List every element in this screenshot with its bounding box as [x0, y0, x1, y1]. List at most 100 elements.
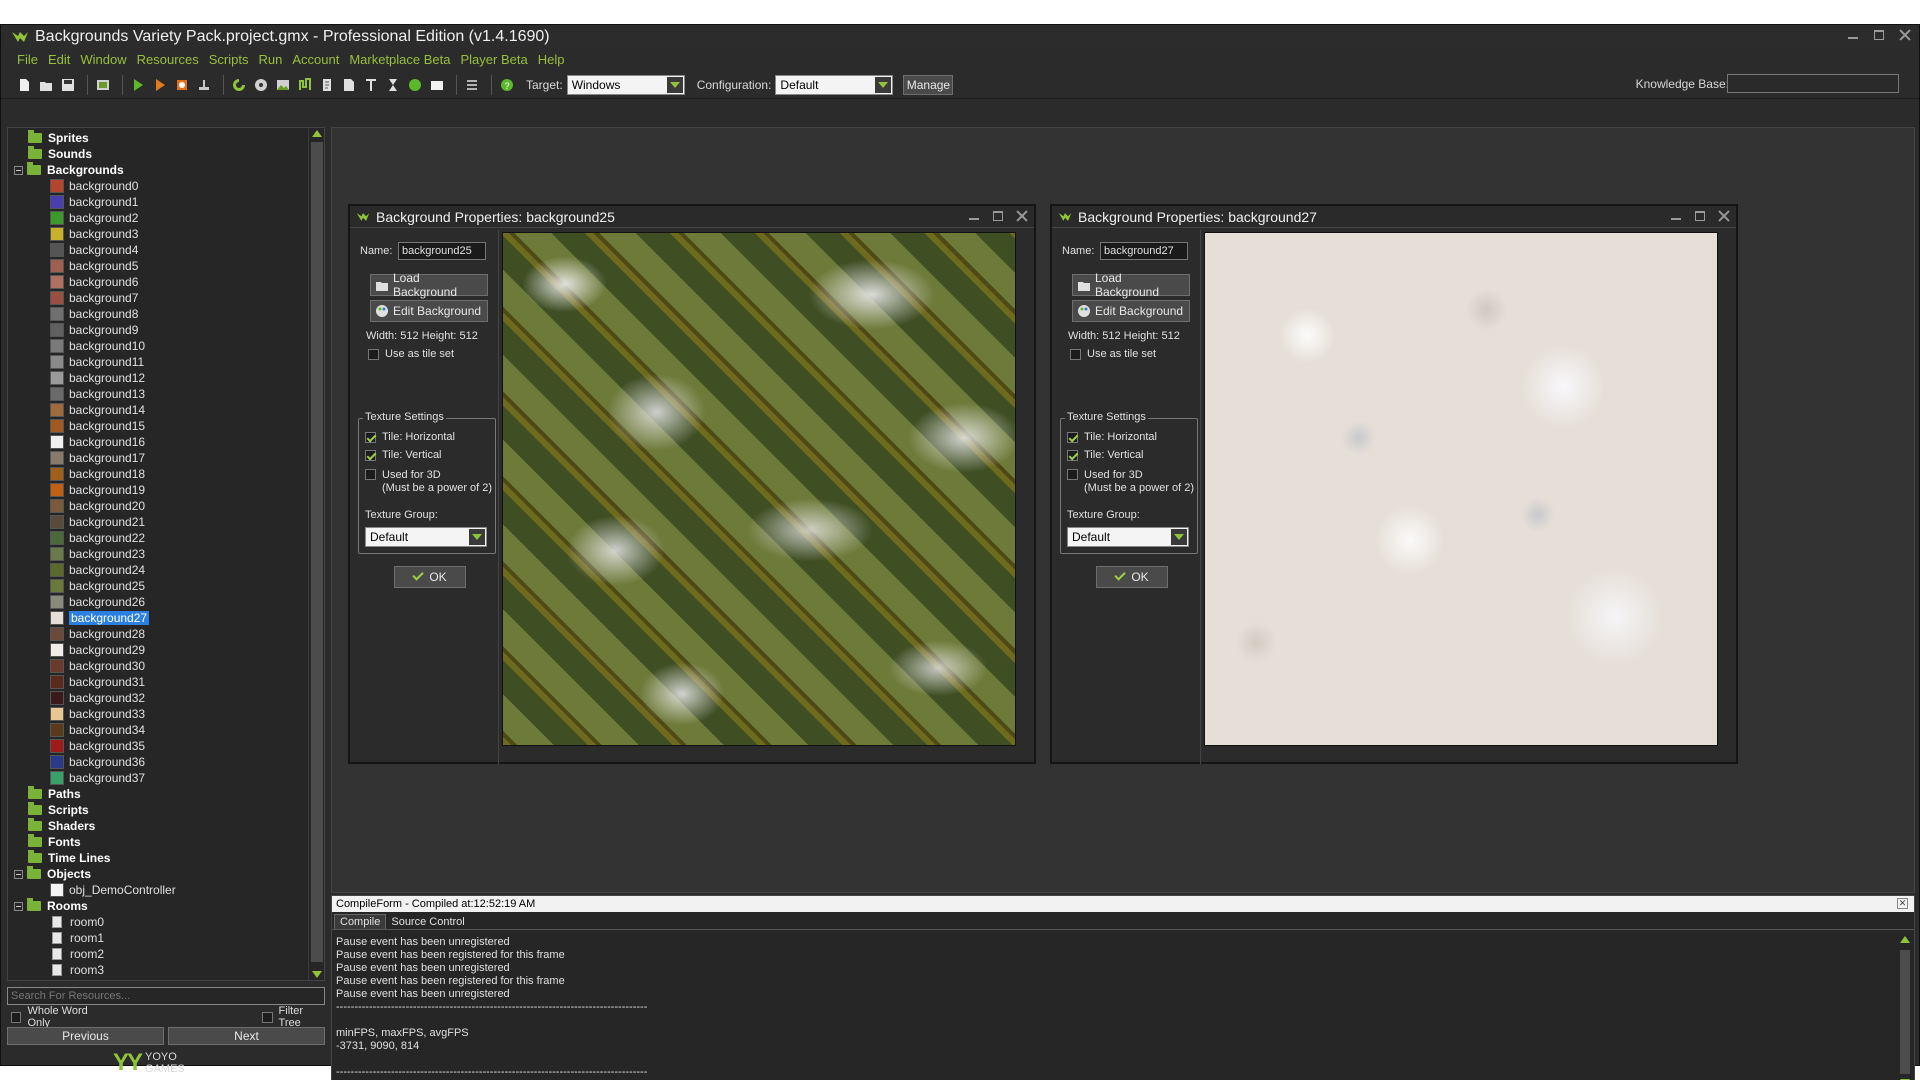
tree-item[interactable]: background22 — [50, 530, 145, 546]
save-icon[interactable] — [59, 76, 77, 94]
tree-item[interactable]: background30 — [50, 658, 145, 674]
scroll-up-icon[interactable] — [1900, 936, 1910, 943]
tree-item[interactable]: background12 — [50, 370, 145, 386]
tree-item[interactable]: background2 — [50, 210, 138, 226]
tile-horizontal-checkbox[interactable] — [365, 431, 376, 443]
tree-item[interactable]: background19 — [50, 482, 145, 498]
tree-item[interactable]: background21 — [50, 514, 145, 530]
load-background-button[interactable]: Load Background — [370, 271, 488, 299]
name-input[interactable]: background25 — [398, 242, 486, 260]
tree-item[interactable]: room3 — [50, 962, 104, 978]
tile-vertical-checkbox[interactable] — [1067, 449, 1078, 461]
tree-item[interactable]: room2 — [50, 946, 104, 962]
tab-source-control[interactable]: Source Control — [386, 915, 469, 929]
tree-item[interactable]: background16 — [50, 434, 145, 450]
debug-icon[interactable] — [151, 76, 169, 94]
tree-item[interactable]: background7 — [50, 290, 138, 306]
scroll-up-icon[interactable] — [312, 130, 322, 137]
tree-item[interactable]: background32 — [50, 690, 145, 706]
timeline-icon[interactable] — [384, 76, 402, 94]
tree-folder-sounds[interactable]: Sounds — [28, 146, 92, 162]
sprite-icon[interactable] — [230, 76, 248, 94]
tree-item[interactable]: background14 — [50, 402, 145, 418]
texture-group-select[interactable]: Default — [365, 527, 487, 547]
tree-item[interactable]: background9 — [50, 322, 138, 338]
global-settings-icon[interactable] — [463, 76, 481, 94]
used-for-3d-checkbox[interactable] — [365, 469, 376, 480]
tree-item[interactable]: room1 — [50, 930, 104, 946]
name-input[interactable]: background27 — [1100, 242, 1188, 260]
use-as-tileset-checkbox[interactable] — [1070, 348, 1081, 360]
tree-item[interactable]: background34 — [50, 722, 145, 738]
tree-item[interactable]: background23 — [50, 546, 145, 562]
sound-icon[interactable] — [252, 76, 270, 94]
tree-scrollbar[interactable] — [308, 128, 324, 980]
tab-compile[interactable]: Compile — [334, 914, 387, 929]
tree-item[interactable]: room0 — [50, 914, 104, 930]
tree-item[interactable]: background11 — [50, 354, 144, 370]
tree-item[interactable]: background26 — [50, 594, 145, 610]
tree-folder-backgrounds[interactable]: Backgrounds — [14, 162, 124, 178]
menu-resources[interactable]: Resources — [137, 52, 199, 67]
tree-item[interactable]: background10 — [50, 338, 145, 354]
font-icon[interactable] — [362, 76, 380, 94]
tree-item[interactable]: obj_DemoController — [50, 882, 176, 898]
tree-item[interactable]: background0 — [50, 178, 138, 194]
whole-word-checkbox[interactable] — [11, 1011, 22, 1023]
background-properties-window[interactable]: Background Properties: background27 Name… — [1050, 204, 1738, 764]
close-icon[interactable]: ✕ — [1897, 898, 1908, 909]
tree-item[interactable]: background1 — [50, 194, 138, 210]
tree-item[interactable]: background3 — [50, 226, 138, 242]
tree-folder-time-lines[interactable]: Time Lines — [28, 850, 110, 866]
tree-item[interactable]: background29 — [50, 642, 145, 658]
tree-folder-fonts[interactable]: Fonts — [28, 834, 81, 850]
collapse-icon[interactable] — [14, 901, 23, 911]
tree-folder-scripts[interactable]: Scripts — [28, 802, 89, 818]
minimize-icon[interactable] — [1845, 29, 1861, 41]
tree-item[interactable]: background24 — [50, 562, 145, 578]
target-select[interactable]: Windows — [566, 74, 685, 95]
ok-button[interactable]: OK — [1096, 566, 1168, 588]
close-icon[interactable] — [1014, 210, 1030, 222]
background-properties-window[interactable]: Background Properties: background25 Name… — [348, 204, 1036, 764]
tree-item[interactable]: background25 — [50, 578, 145, 594]
tree-item[interactable]: background6 — [50, 274, 138, 290]
edit-background-button[interactable]: Edit Background — [370, 300, 488, 322]
search-input[interactable]: Search For Resources... — [7, 987, 325, 1005]
tree-item[interactable]: background5 — [50, 258, 138, 274]
tree-item[interactable]: background33 — [50, 706, 145, 722]
menu-account[interactable]: Account — [292, 52, 339, 67]
tree-item[interactable]: background15 — [50, 418, 145, 434]
run-icon[interactable] — [129, 76, 147, 94]
load-background-button[interactable]: Load Background — [1072, 271, 1190, 299]
edit-background-button[interactable]: Edit Background — [1072, 300, 1190, 322]
tree-folder-rooms[interactable]: Rooms — [14, 898, 88, 914]
menu-file[interactable]: File — [17, 52, 38, 67]
minimize-icon[interactable] — [1668, 210, 1684, 222]
maximize-icon[interactable] — [1692, 210, 1708, 222]
tree-folder-sprites[interactable]: Sprites — [28, 130, 89, 146]
maximize-icon[interactable] — [1871, 29, 1887, 41]
tree-item[interactable]: background17 — [50, 450, 145, 466]
tree-item[interactable]: background35 — [50, 738, 145, 754]
collapse-icon[interactable] — [14, 869, 23, 879]
path-icon[interactable] — [296, 76, 314, 94]
used-for-3d-checkbox[interactable] — [1067, 469, 1078, 480]
menu-marketplace[interactable]: Marketplace Beta — [349, 52, 450, 67]
minimize-icon[interactable] — [966, 210, 982, 222]
tree-item[interactable]: background28 — [50, 626, 145, 642]
close-icon[interactable] — [1897, 29, 1913, 41]
scroll-thumb[interactable] — [311, 142, 323, 962]
object-icon[interactable] — [406, 76, 424, 94]
use-as-tileset-checkbox[interactable] — [368, 348, 379, 360]
tree-folder-shaders[interactable]: Shaders — [28, 818, 95, 834]
next-button[interactable]: Next — [168, 1027, 325, 1045]
tree-item[interactable]: background37 — [50, 770, 145, 786]
tree-folder-paths[interactable]: Paths — [28, 786, 81, 802]
tree-folder-objects[interactable]: Objects — [14, 866, 91, 882]
filter-tree-checkbox[interactable] — [262, 1011, 273, 1023]
shader-icon[interactable] — [340, 76, 358, 94]
previous-button[interactable]: Previous — [7, 1027, 164, 1045]
menu-edit[interactable]: Edit — [48, 52, 70, 67]
tree-item[interactable]: background13 — [50, 386, 145, 402]
